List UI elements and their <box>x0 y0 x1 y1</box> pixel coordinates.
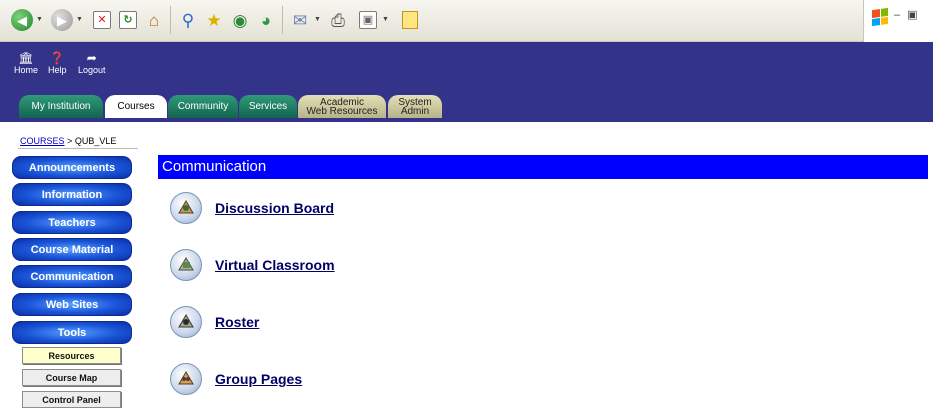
nav-control-panel-button[interactable]: Control Panel <box>22 391 121 408</box>
tab-academic-web-resources[interactable]: Academic Web Resources <box>298 95 386 118</box>
windows-logo-icon <box>872 7 888 27</box>
nav-information[interactable]: Information <box>12 183 132 206</box>
tab-courses[interactable]: Courses <box>105 95 167 118</box>
mail-icon[interactable]: ✉ <box>288 8 312 32</box>
back-icon[interactable]: ◀ <box>10 8 34 32</box>
site-header: 🏛 Home ❓ Help ➦ Logout My Institution Co… <box>0 42 933 122</box>
media-icon[interactable]: ◉ <box>228 8 252 32</box>
edit-icon[interactable]: ▣ <box>356 8 380 32</box>
print-icon[interactable]: ⎙ <box>326 8 350 32</box>
breadcrumb-current: QUB_VLE <box>74 136 117 146</box>
home-icon[interactable]: ⌂ <box>142 8 166 32</box>
breadcrumb-divider <box>18 148 138 149</box>
roster-icon[interactable] <box>170 306 202 338</box>
logout-button[interactable]: ➦ Logout <box>78 51 106 75</box>
window-controls: – ▣ <box>863 0 933 42</box>
tab-services[interactable]: Services <box>239 95 297 118</box>
help-label: Help <box>48 65 67 75</box>
toolbar-separator <box>170 6 171 34</box>
breadcrumb-separator: > <box>67 136 73 146</box>
page-title: Communication <box>158 155 928 179</box>
logout-icon: ➦ <box>86 51 97 65</box>
nav-web-sites[interactable]: Web Sites <box>12 293 132 316</box>
forward-icon[interactable]: ▶ <box>50 8 74 32</box>
tab-system-admin[interactable]: System Admin <box>388 95 442 118</box>
help-button[interactable]: ❓ Help <box>48 51 67 75</box>
edit-dropdown-icon[interactable]: ▼ <box>382 16 389 23</box>
tab-my-institution[interactable]: My Institution <box>19 95 103 118</box>
mail-dropdown-icon[interactable]: ▼ <box>314 16 321 23</box>
tab-community[interactable]: Community <box>168 95 238 118</box>
nav-course-map-button[interactable]: Course Map <box>22 369 121 386</box>
nav-tools[interactable]: Tools <box>12 321 132 344</box>
discuss-icon[interactable] <box>398 8 422 32</box>
home-button[interactable]: 🏛 Home <box>14 51 38 75</box>
discussion-board-link[interactable]: Discussion Board <box>215 200 334 216</box>
nav-communication[interactable]: Communication <box>12 265 132 288</box>
nav-announcements[interactable]: Announcements <box>12 156 132 179</box>
home-label: Home <box>14 65 39 75</box>
roster-link[interactable]: Roster <box>215 314 259 330</box>
group-pages-link[interactable]: Group Pages <box>215 371 302 387</box>
group-pages-icon[interactable] <box>170 363 202 395</box>
breadcrumb-courses-link[interactable]: COURSES <box>20 136 65 146</box>
virtual-classroom-link[interactable]: Virtual Classroom <box>215 257 335 273</box>
nav-course-material[interactable]: Course Material <box>12 238 132 261</box>
toolbar-separator <box>282 6 283 34</box>
back-dropdown-icon[interactable]: ▼ <box>36 16 43 23</box>
browser-toolbar: ◀ ▼ ▶ ▼ ✕ ↻ ⌂ ⚲ ★ ◉ ◕ ✉ ▼ ⎙ ▣ ▼ – ▣ <box>0 0 933 42</box>
forward-dropdown-icon[interactable]: ▼ <box>76 16 83 23</box>
minimize-restore-icon[interactable]: – ▣ <box>894 8 920 21</box>
home-icon: 🏛 <box>18 51 34 65</box>
nav-resources-button[interactable]: Resources <box>22 347 121 364</box>
stop-icon[interactable]: ✕ <box>90 8 114 32</box>
logout-label: Logout <box>78 65 106 75</box>
nav-teachers[interactable]: Teachers <box>12 211 132 234</box>
refresh-icon[interactable]: ↻ <box>116 8 140 32</box>
search-icon[interactable]: ⚲ <box>176 8 200 32</box>
virtual-classroom-icon[interactable] <box>170 249 202 281</box>
help-icon: ❓ <box>49 51 65 65</box>
breadcrumb: COURSES > QUB_VLE <box>20 136 116 146</box>
discussion-board-icon[interactable] <box>170 192 202 224</box>
history-icon[interactable]: ◕ <box>254 8 278 32</box>
favorites-icon[interactable]: ★ <box>202 8 226 32</box>
